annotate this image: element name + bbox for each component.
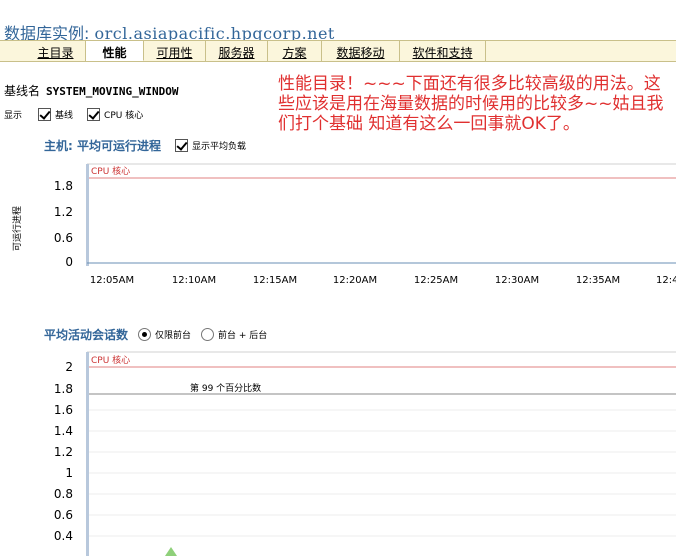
chart1-cpu-legend: CPU 核心 <box>91 165 130 177</box>
chart1-y-ticks: 1.8 1.2 0.6 0 <box>54 179 73 269</box>
chart1-x-tick: 12:25AM <box>414 275 458 286</box>
chart2: CPU 核心 第 99 个百分比数 2 1.8 1.6 1.4 1.2 1 0.… <box>54 351 676 556</box>
chart2-y-ticks: 2 1.8 1.6 1.4 1.2 1 0.8 0.6 0.4 <box>54 360 73 543</box>
foreground-background-label: 前台 + 后台 <box>218 331 268 341</box>
chart1-x-tick: 12:4 <box>656 275 676 286</box>
chart2-y-tick: 0.6 <box>54 508 73 522</box>
chart2-y-tick: 0.8 <box>54 487 73 501</box>
chart1-y-tick: 0.6 <box>54 231 73 245</box>
chart2-cpu-legend: CPU 核心 <box>91 354 130 366</box>
chart2-y-tick: 2 <box>65 360 73 374</box>
chart2-y-tick: 1.6 <box>54 403 73 417</box>
chart2-y-tick: 1.4 <box>54 424 73 438</box>
chart2-gridlines <box>87 409 676 537</box>
foreground-only-radio[interactable] <box>138 328 152 341</box>
foreground-background-radio[interactable] <box>201 328 215 341</box>
chart1-x-tick: 12:30AM <box>495 275 539 286</box>
chart1-x-tick: 12:35AM <box>576 275 620 286</box>
chart1-y-tick: 0 <box>65 255 73 269</box>
foreground-only-label: 仅限前台 <box>155 331 192 341</box>
chart1-x-tick: 12:10AM <box>172 275 216 286</box>
chart1: CPU 核心 1.8 1.2 0.6 0 12:05AM 12:10AM 12:… <box>54 163 676 286</box>
chart1-x-tick: 12:05AM <box>90 275 134 286</box>
chart2-y-tick: 1.2 <box>54 445 73 459</box>
chart2-percentile-label: 第 99 个百分比数 <box>190 382 261 394</box>
chart2-title: 平均活动会话数 <box>44 328 129 342</box>
chart1-y-tick: 1.2 <box>54 205 73 219</box>
chart2-title-row: 平均活动会话数 仅限前台 前台 + 后台 <box>44 326 267 343</box>
chart1-y-tick: 1.8 <box>54 179 73 193</box>
chart2-y-tick: 1 <box>65 466 73 480</box>
chart2-y-tick: 0.4 <box>54 529 73 543</box>
chart1-x-tick: 12:15AM <box>253 275 297 286</box>
chart2-y-tick: 1.8 <box>54 382 73 396</box>
chart1-x-ticks: 12:05AM 12:10AM 12:15AM 12:20AM 12:25AM … <box>90 275 676 286</box>
chart2-marker <box>165 547 177 556</box>
chart1-x-tick: 12:20AM <box>333 275 377 286</box>
charts-canvas: CPU 核心 1.8 1.2 0.6 0 12:05AM 12:10AM 12:… <box>54 163 676 556</box>
